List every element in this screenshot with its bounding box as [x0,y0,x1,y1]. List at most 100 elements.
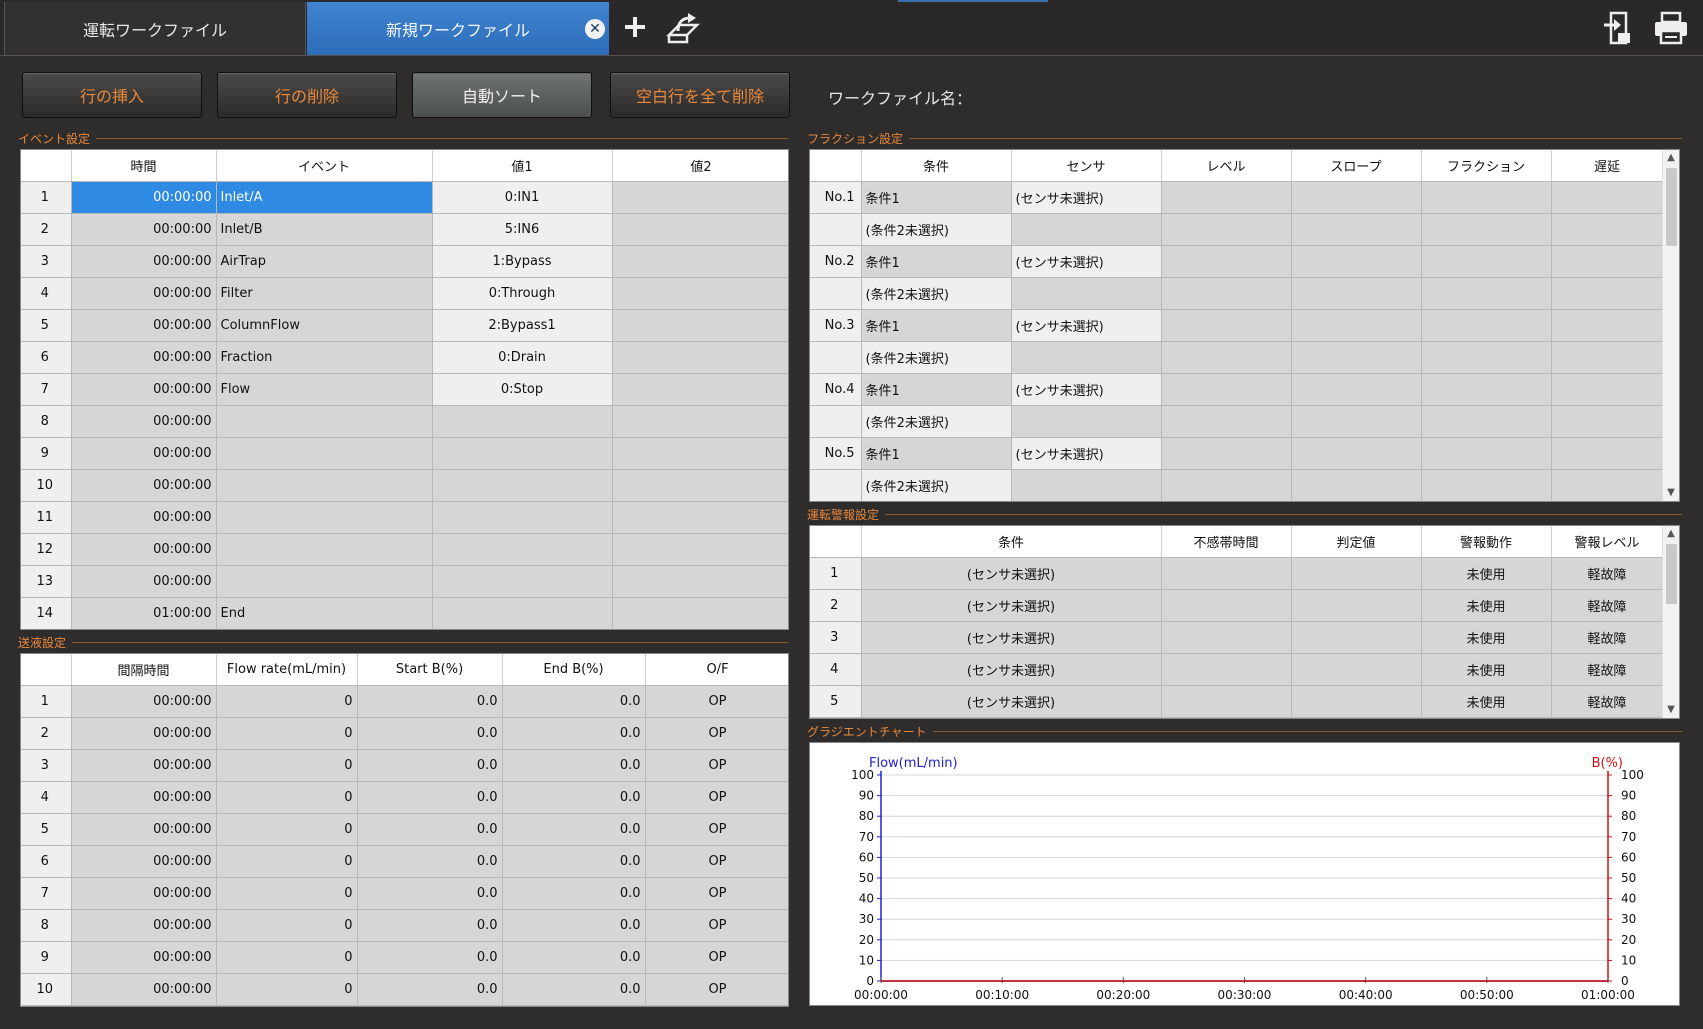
event-name-cell[interactable]: Fraction [216,341,433,374]
alarm-condition-cell[interactable]: (センサ未選択) [861,685,1162,718]
pump-start-b-cell[interactable]: 0.0 [357,717,503,750]
delete-empty-rows-button[interactable]: 空白行を全て削除 [610,72,790,118]
pump-flowrate-cell[interactable]: 0 [216,941,358,974]
pump-start-b-cell[interactable]: 0.0 [357,973,503,1006]
event-value2-cell[interactable] [612,373,788,406]
insert-row-button[interactable]: 行の挿入 [22,72,202,118]
pump-interval-cell[interactable]: 00:00:00 [71,973,217,1006]
fraction-delay-cell[interactable] [1551,309,1664,342]
pump-of-cell[interactable]: OP [645,717,788,750]
fraction-level-cell[interactable] [1161,405,1292,438]
pump-end-b-cell[interactable]: 0.0 [502,749,646,782]
pump-start-b-cell[interactable]: 0.0 [357,909,503,942]
table-row[interactable]: 4 00:00:00 0 0.0 0.0 OP [21,781,788,814]
event-value2-cell[interactable] [612,213,788,246]
event-name-cell[interactable] [216,501,433,534]
pump-interval-cell[interactable]: 00:00:00 [71,941,217,974]
fraction-sensor-cell[interactable] [1011,213,1162,246]
fraction-col-level[interactable]: レベル [1161,150,1292,182]
fraction-fraction-cell[interactable] [1421,245,1552,278]
alarm-col-deadband[interactable]: 不感帯時間 [1161,526,1292,558]
event-value1-cell[interactable] [432,597,613,629]
pump-end-b-cell[interactable]: 0.0 [502,877,646,910]
auto-sort-button[interactable]: 自動ソート [412,72,592,118]
fraction-col-slope[interactable]: スロープ [1291,150,1422,182]
fraction-delay-cell[interactable] [1551,437,1664,470]
table-row[interactable]: 2 00:00:00 Inlet/B 5:IN6 [21,213,788,246]
pump-col-flowrate[interactable]: Flow rate(mL/min) [216,654,358,686]
fraction-condition-cell[interactable]: 条件1 [861,181,1012,214]
fraction-col-sensor[interactable]: センサ [1011,150,1162,182]
table-row[interactable]: No.1 条件1 (センサ未選択) [810,181,1664,214]
alarm-threshold-cell[interactable] [1291,557,1422,590]
event-value2-cell[interactable] [612,181,788,214]
alarm-col-threshold[interactable]: 判定値 [1291,526,1422,558]
pump-interval-cell[interactable]: 00:00:00 [71,749,217,782]
fraction-delay-cell[interactable] [1551,373,1664,406]
pump-start-b-cell[interactable]: 0.0 [357,749,503,782]
pump-start-b-cell[interactable]: 0.0 [357,845,503,878]
fraction-sensor-cell[interactable]: (センサ未選択) [1011,373,1162,406]
table-row[interactable]: 7 00:00:00 0 0.0 0.0 OP [21,877,788,910]
fraction-slope-cell[interactable] [1291,341,1422,374]
fraction-level-cell[interactable] [1161,181,1292,214]
fraction-slope-cell[interactable] [1291,309,1422,342]
table-row[interactable]: 5 (センサ未選択) 未使用 軽故障 [810,685,1664,718]
table-row[interactable]: No.3 条件1 (センサ未選択) [810,309,1664,342]
alarm-threshold-cell[interactable] [1291,685,1422,718]
pump-flowrate-cell[interactable]: 0 [216,973,358,1006]
table-row[interactable]: 3 (センサ未選択) 未使用 軽故障 [810,621,1664,654]
delete-row-button[interactable]: 行の削除 [217,72,397,118]
fraction-level-cell[interactable] [1161,245,1292,278]
alarm-col-action[interactable]: 警報動作 [1421,526,1552,558]
table-row[interactable]: No.4 条件1 (センサ未選択) [810,373,1664,406]
fraction-level-cell[interactable] [1161,277,1292,310]
event-time-cell[interactable]: 00:00:00 [71,533,217,566]
save-icon[interactable] [1600,8,1636,48]
event-value2-cell[interactable] [612,277,788,310]
event-time-cell[interactable]: 00:00:00 [71,245,217,278]
table-row[interactable]: 8 00:00:00 0 0.0 0.0 OP [21,909,788,942]
table-row[interactable]: 1 (センサ未選択) 未使用 軽故障 [810,557,1664,590]
tab-new-workfile[interactable]: 新規ワークファイル ✕ [307,2,609,55]
fraction-slope-cell[interactable] [1291,277,1422,310]
event-value1-cell[interactable]: 1:Bypass [432,245,613,278]
alarm-threshold-cell[interactable] [1291,621,1422,654]
table-row[interactable]: 3 00:00:00 0 0.0 0.0 OP [21,749,788,782]
table-row[interactable]: 5 00:00:00 ColumnFlow 2:Bypass1 [21,309,788,342]
pump-interval-cell[interactable]: 00:00:00 [71,813,217,846]
fraction-fraction-cell[interactable] [1421,373,1552,406]
fraction-level-cell[interactable] [1161,213,1292,246]
table-row[interactable]: 10 00:00:00 [21,469,788,502]
table-row[interactable]: No.2 条件1 (センサ未選択) [810,245,1664,278]
pump-flowrate-cell[interactable]: 0 [216,717,358,750]
event-col-value1[interactable]: 値1 [432,150,613,182]
fraction-sensor-cell[interactable]: (センサ未選択) [1011,245,1162,278]
fraction-slope-cell[interactable] [1291,213,1422,246]
fraction-condition-cell[interactable]: 条件1 [861,373,1012,406]
table-row[interactable]: 7 00:00:00 Flow 0:Stop [21,373,788,406]
pump-of-cell[interactable]: OP [645,909,788,942]
alarm-action-cell[interactable]: 未使用 [1421,589,1552,622]
fraction-fraction-cell[interactable] [1421,277,1552,310]
plus-icon[interactable] [620,12,650,42]
printer-icon[interactable] [1651,8,1691,48]
pump-interval-cell[interactable]: 00:00:00 [71,909,217,942]
export-icon[interactable] [665,10,701,46]
event-name-cell[interactable]: Flow [216,373,433,406]
pump-of-cell[interactable]: OP [645,781,788,814]
table-row[interactable]: (条件2未選択) [810,469,1664,501]
event-value2-cell[interactable] [612,245,788,278]
fraction-condition-cell[interactable]: (条件2未選択) [861,341,1012,374]
event-value1-cell[interactable]: 0:Through [432,277,613,310]
fraction-slope-cell[interactable] [1291,181,1422,214]
fraction-level-cell[interactable] [1161,341,1292,374]
event-time-cell[interactable]: 00:00:00 [71,405,217,438]
scrollbar-thumb[interactable] [1666,544,1677,604]
fraction-sensor-cell[interactable] [1011,341,1162,374]
table-row[interactable]: 13 00:00:00 [21,565,788,598]
event-name-cell[interactable] [216,565,433,598]
event-name-cell[interactable]: Inlet/B [216,213,433,246]
table-row[interactable]: 9 00:00:00 0 0.0 0.0 OP [21,941,788,974]
table-row[interactable]: 11 00:00:00 [21,501,788,534]
